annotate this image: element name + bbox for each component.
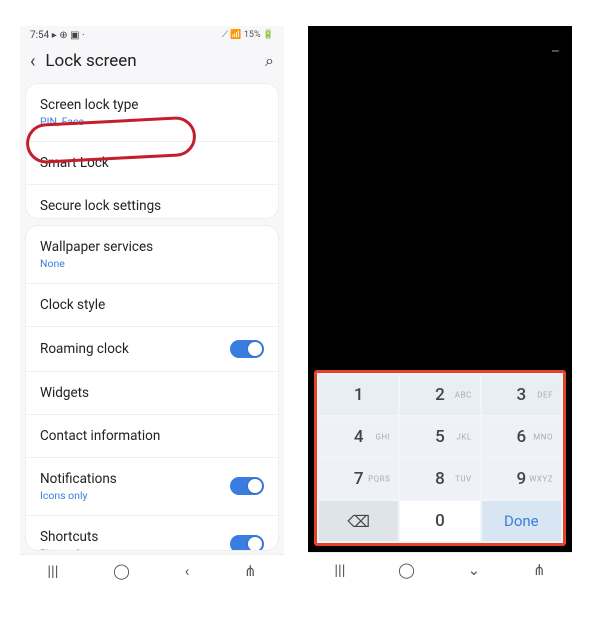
toggle-shortcuts[interactable] bbox=[230, 535, 264, 550]
nav-home-icon[interactable]: ◯ bbox=[113, 562, 130, 580]
key-4[interactable]: 4GHI bbox=[319, 417, 398, 457]
section-lock-type: Screen lock type PIN, Face Smart Lock Se… bbox=[26, 84, 278, 218]
row-clock-style[interactable]: Clock style bbox=[26, 284, 278, 327]
row-label: Clock style bbox=[40, 297, 264, 313]
row-label: Secure lock settings bbox=[40, 198, 264, 214]
backspace-icon: ⌫ bbox=[347, 512, 370, 531]
nav-back-icon[interactable]: ‹ bbox=[185, 562, 190, 580]
key-0[interactable]: 0 bbox=[400, 501, 479, 541]
header: ‹ Lock screen ⌕ bbox=[20, 47, 284, 80]
cursor-dash: – bbox=[551, 44, 560, 60]
row-widgets[interactable]: Widgets bbox=[26, 372, 278, 415]
status-indicators: ⟋ 📶 15% 🔋 bbox=[222, 30, 274, 47]
row-sub: Phone, Camera bbox=[40, 547, 230, 551]
back-icon[interactable]: ‹ bbox=[30, 51, 35, 72]
row-contact-information[interactable]: Contact information bbox=[26, 415, 278, 458]
nav-bar: ||| ◯ ‹ ⋔ bbox=[20, 554, 284, 586]
row-label: Wallpaper services bbox=[40, 239, 264, 255]
row-wallpaper-services[interactable]: Wallpaper services None bbox=[26, 226, 278, 284]
nav-back-icon[interactable]: ⌄ bbox=[468, 561, 481, 579]
row-label: Widgets bbox=[40, 385, 264, 401]
nav-recent-icon[interactable]: ||| bbox=[334, 561, 345, 579]
key-7[interactable]: 7PQRS bbox=[319, 459, 398, 499]
pin-entry-phone: – 1 2ABC 3DEF 4GHI 5JKL 6MNO 7PQRS 8TUV … bbox=[308, 26, 572, 586]
row-label: Shortcuts bbox=[40, 529, 230, 545]
nav-accessibility-icon[interactable]: ⋔ bbox=[533, 561, 546, 579]
key-6[interactable]: 6MNO bbox=[482, 417, 561, 457]
row-shortcuts[interactable]: Shortcuts Phone, Camera bbox=[26, 516, 278, 551]
keypad-highlight-box: 1 2ABC 3DEF 4GHI 5JKL 6MNO 7PQRS 8TUV 9W… bbox=[314, 370, 566, 546]
key-9[interactable]: 9WXYZ bbox=[482, 459, 561, 499]
row-secure-lock-settings[interactable]: Secure lock settings bbox=[26, 185, 278, 218]
status-time: 7:54 ▸ ⊕ ▣ · bbox=[30, 30, 85, 47]
key-5[interactable]: 5JKL bbox=[400, 417, 479, 457]
nav-bar: ||| ◯ ⌄ ⋔ bbox=[308, 552, 572, 586]
row-screen-lock-type[interactable]: Screen lock type PIN, Face bbox=[26, 84, 278, 142]
row-sub: Icons only bbox=[40, 489, 230, 502]
nav-accessibility-icon[interactable]: ⋔ bbox=[244, 562, 257, 580]
key-8[interactable]: 8TUV bbox=[400, 459, 479, 499]
numeric-keypad: 1 2ABC 3DEF 4GHI 5JKL 6MNO 7PQRS 8TUV 9W… bbox=[319, 375, 561, 541]
row-label: Screen lock type bbox=[40, 97, 264, 113]
row-sub: None bbox=[40, 257, 264, 270]
page-title: Lock screen bbox=[45, 51, 265, 71]
settings-phone: 7:54 ▸ ⊕ ▣ · ⟋ 📶 15% 🔋 ‹ Lock screen ⌕ S… bbox=[20, 26, 284, 586]
nav-home-icon[interactable]: ◯ bbox=[398, 561, 415, 579]
toggle-roaming-clock[interactable] bbox=[230, 340, 264, 358]
row-label: Contact information bbox=[40, 428, 264, 444]
status-bar: 7:54 ▸ ⊕ ▣ · ⟋ 📶 15% 🔋 bbox=[20, 26, 284, 47]
search-icon[interactable]: ⌕ bbox=[265, 51, 274, 71]
pin-display-area: – bbox=[308, 26, 572, 364]
row-label: Notifications bbox=[40, 471, 230, 487]
row-label: Roaming clock bbox=[40, 341, 230, 357]
key-2[interactable]: 2ABC bbox=[400, 375, 479, 415]
row-label: Smart Lock bbox=[40, 155, 264, 171]
row-roaming-clock[interactable]: Roaming clock bbox=[26, 327, 278, 372]
key-done[interactable]: Done bbox=[482, 501, 561, 541]
row-sub: PIN, Face bbox=[40, 115, 264, 128]
row-smart-lock[interactable]: Smart Lock bbox=[26, 142, 278, 185]
section-lockscreen-options: Wallpaper services None Clock style Roam… bbox=[26, 226, 278, 551]
row-notifications[interactable]: Notifications Icons only bbox=[26, 458, 278, 516]
key-1[interactable]: 1 bbox=[319, 375, 398, 415]
key-3[interactable]: 3DEF bbox=[482, 375, 561, 415]
nav-recent-icon[interactable]: ||| bbox=[47, 562, 58, 580]
key-backspace[interactable]: ⌫ bbox=[319, 501, 398, 541]
toggle-notifications[interactable] bbox=[230, 477, 264, 495]
